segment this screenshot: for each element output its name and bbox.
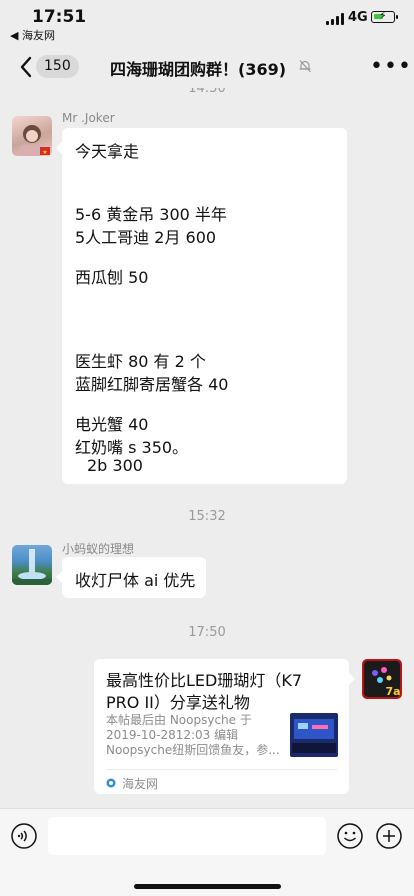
link-card[interactable]: 最高性价比LED珊瑚灯（K7 PRO II）分享送礼物 本帖最后由 Noopsy… [94,659,355,794]
card-source: 海友网 [122,777,159,791]
message-input[interactable] [48,817,326,855]
back-chevron-icon[interactable] [16,54,38,80]
signal-icon [326,13,344,25]
unread-count-badge[interactable]: 150 [36,55,79,78]
status-bar: 17:51 ◀ 海友网 4G ⚡ [0,0,414,46]
card-thumbnail [290,713,338,757]
timestamp: 15:32 [188,509,226,524]
sender-name: 小蚂蚁的理想 [62,542,135,556]
message-text-line: 电光蟹 40 [75,415,149,434]
avatar-self[interactable]: 7a [362,659,402,699]
more-options-button[interactable]: ••• [370,56,412,78]
avatar-image: ★ [20,125,50,156]
voice-icon[interactable] [11,823,37,849]
avatar-mr-joker[interactable]: ★ [12,116,52,156]
message-text-line: 蓝脚红脚寄居蟹各 40 [75,375,229,394]
emoji-icon[interactable] [337,823,363,849]
svg-text:7a: 7a [385,685,400,698]
avatar-image: 7a [364,661,401,698]
avatar-image [12,549,52,585]
chat-title[interactable]: 四海珊瑚团购群！(369) [110,56,286,80]
message-text-line: 红奶嘴 s 350。 [75,438,189,457]
message-text-line: 5人工哥迪 2月 600 [75,228,217,247]
chat-header: 150 四海珊瑚团购群！(369) ••• [0,46,414,88]
message-text-line: 今天拿走 [75,142,140,161]
message-text-line: 西瓜刨 50 [75,268,149,287]
message-list[interactable]: 14:50 ★ Mr .Joker 今天拿走 5-6 黄金吊 300 半年 5人… [0,88,414,808]
source-icon [106,778,116,788]
input-bar [0,808,414,896]
card-description: 本帖最后由 Noopsyche 于 2019-10-2812:03 编辑 Noo… [106,713,280,757]
avatar-xiaomayi[interactable] [12,545,52,585]
timestamp: 14:50 [188,88,226,96]
message-text-line: 医生虾 80 有 2 个 [75,352,206,371]
network-type: 4G [348,10,368,25]
svg-text:★: ★ [42,149,47,156]
message-text-line: 2b 300 [87,456,143,475]
divider [106,769,337,770]
battery-icon: ⚡ [371,9,398,23]
mute-bell-icon [299,60,311,73]
message-text-line: 收灯尸体 ai 优先 [75,571,196,590]
back-to-app-link[interactable]: ◀ 海友网 [10,27,55,43]
status-time: 17:51 [32,7,87,27]
message-bubble[interactable]: 收灯尸体 ai 优先 [56,557,206,598]
message-text-line: 5-6 黄金吊 300 半年 [75,205,227,224]
sender-name: Mr .Joker [62,111,115,125]
home-indicator [134,884,281,889]
message-bubble[interactable]: 今天拿走 5-6 黄金吊 300 半年 5人工哥迪 2月 600 西瓜刨 50 … [56,128,347,484]
timestamp: 17:50 [188,625,226,640]
card-title: 最高性价比LED珊瑚灯（K7 PRO II）分享送礼物 [106,671,303,712]
plus-icon[interactable] [376,823,402,849]
